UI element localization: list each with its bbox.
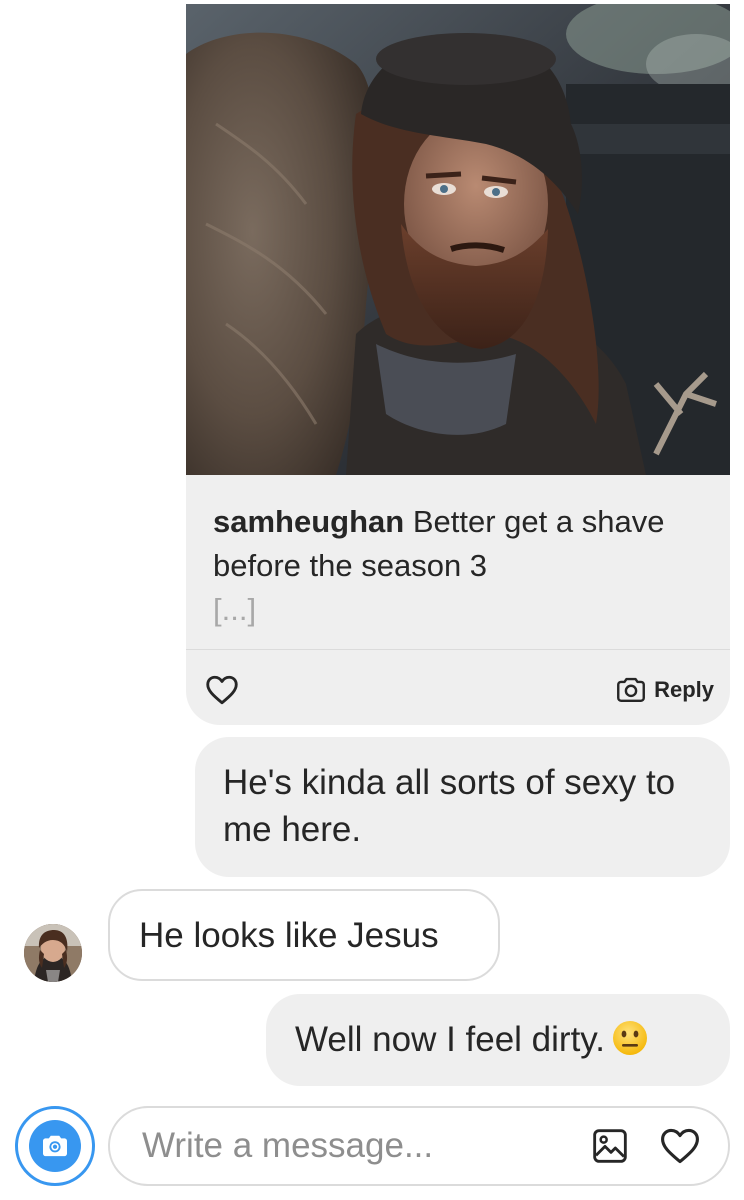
shared-post-caption: samheughan Better get a shave before the… — [213, 500, 693, 632]
heart-outline-icon — [661, 1128, 699, 1164]
message-input[interactable] — [142, 1122, 552, 1170]
avatar[interactable] — [24, 924, 82, 982]
post-username[interactable]: samheughan — [213, 504, 404, 539]
caption-more-link[interactable]: [...] — [213, 588, 693, 632]
message-text: He's kinda all sorts of sexy to me here. — [223, 763, 676, 849]
image-icon — [593, 1129, 627, 1163]
message-text: Well now I feel dirty. — [295, 1020, 605, 1059]
message-composer — [108, 1106, 730, 1186]
neutral-face-emoji — [612, 1021, 647, 1055]
post-like-button[interactable] — [204, 672, 240, 708]
composer-camera-button[interactable] — [15, 1106, 95, 1186]
gallery-button[interactable] — [590, 1126, 630, 1166]
camera-icon — [617, 677, 646, 702]
shared-post-image[interactable] — [186, 4, 730, 475]
reply-label: Reply — [654, 677, 714, 702]
post-reply-button[interactable]: Reply — [614, 670, 714, 710]
composer-like-button[interactable] — [658, 1124, 702, 1168]
heart-outline-icon — [206, 675, 238, 705]
message-text: He looks like Jesus — [139, 916, 439, 955]
shared-post-card[interactable]: samheughan Better get a shave before the… — [186, 4, 730, 725]
camera-icon — [43, 1135, 67, 1157]
message-bubble-outgoing[interactable]: He's kinda all sorts of sexy to me here. — [195, 737, 730, 877]
post-divider — [186, 649, 730, 650]
message-bubble-outgoing[interactable]: Well now I feel dirty. — [266, 994, 730, 1086]
message-bubble-incoming[interactable]: He looks like Jesus — [108, 889, 500, 981]
